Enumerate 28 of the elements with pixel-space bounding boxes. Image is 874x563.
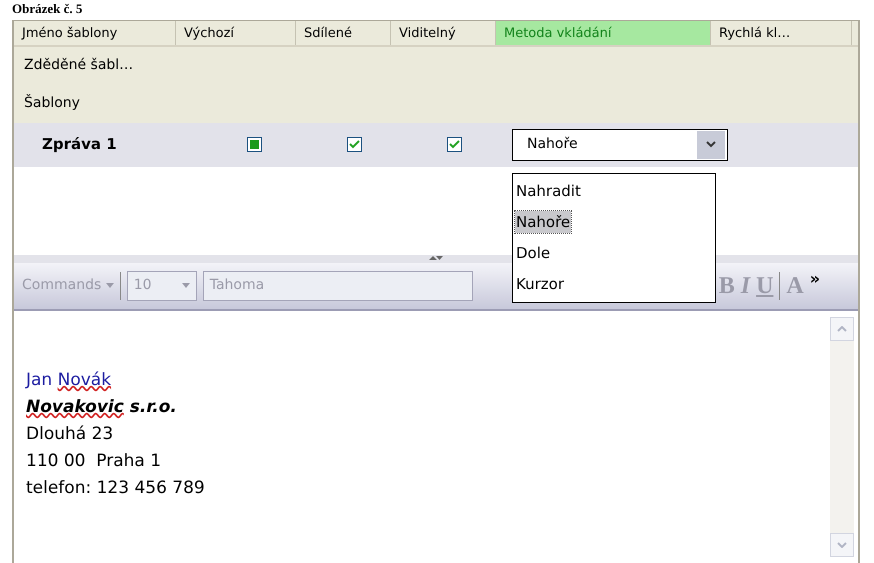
template-row[interactable]: Zpráva 1 Nahoře bbox=[14, 122, 858, 166]
column-header[interactable]: Výchozí bbox=[176, 20, 296, 44]
template-name: Zpráva 1 bbox=[41, 134, 118, 156]
group-label: Šablony bbox=[24, 93, 80, 113]
caret-icon bbox=[706, 141, 716, 148]
text-line: Dlouhá 23 bbox=[26, 422, 114, 446]
checkbox[interactable] bbox=[446, 137, 462, 152]
dropdown-option[interactable]: Nahoře bbox=[515, 210, 572, 234]
method-combo[interactable]: Nahoře bbox=[512, 128, 728, 160]
caret-icon bbox=[182, 282, 190, 288]
column-header[interactable]: Sdílené bbox=[296, 20, 391, 44]
checkbox[interactable] bbox=[246, 137, 262, 152]
figure-caption: Obrázek č. 5 bbox=[11, 2, 82, 16]
text-line: 110 00 Praha 1 bbox=[26, 450, 162, 472]
group-row[interactable]: Šablony bbox=[14, 84, 858, 122]
dropdown-option[interactable]: Kurzor bbox=[515, 272, 565, 296]
dropdown-button[interactable] bbox=[697, 130, 725, 158]
text-line: Novakovic s.r.o. bbox=[26, 396, 177, 418]
column-header[interactable]: Jméno šablony bbox=[14, 20, 176, 44]
group-label: Zděděné šabl… bbox=[24, 56, 134, 75]
text-line: Jan Novák bbox=[26, 368, 112, 392]
column-header[interactable]: Rychlá kl… bbox=[711, 20, 852, 44]
dropdown-option[interactable]: Dole bbox=[515, 242, 552, 264]
text-line: telefon: 123 456 789 bbox=[26, 476, 205, 500]
checkbox[interactable] bbox=[346, 137, 362, 152]
caret-icon bbox=[106, 282, 114, 288]
group-row[interactable]: Zděděné šabl… bbox=[14, 46, 858, 84]
dropdown-option[interactable]: Nahradit bbox=[515, 180, 582, 202]
